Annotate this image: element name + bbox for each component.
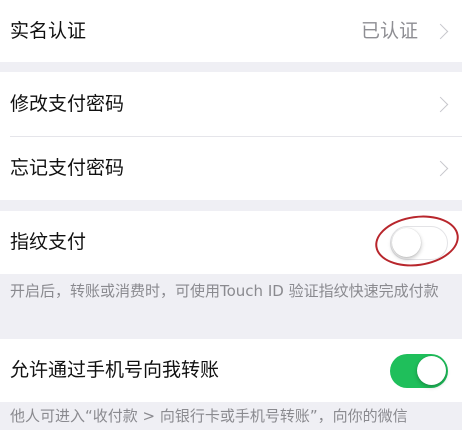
change-payment-password-label: 修改支付密码 (10, 92, 125, 115)
row-forgot-payment-password[interactable]: 忘记支付密码 (0, 136, 462, 200)
allow-phone-transfer-toggle[interactable] (390, 353, 448, 388)
real-name-verification-label: 实名认证 (10, 19, 87, 42)
row-fingerprint-payment: 指纹支付 (0, 211, 462, 274)
phone-transfer-hint: 他人可进入“收付款 > 向银行卡或手机号转账”，向你的微信 (10, 407, 408, 425)
row-change-payment-password[interactable]: 修改支付密码 (0, 72, 462, 136)
row-real-name-verification[interactable]: 实名认证 已认证 (0, 0, 462, 62)
toggle-knob (417, 355, 446, 385)
chevron-right-icon (432, 23, 449, 39)
row-allow-phone-transfer: 允许通过手机号向我转账 (0, 339, 462, 402)
allow-phone-transfer-label: 允许通过手机号向我转账 (10, 359, 220, 381)
fingerprint-payment-toggle[interactable] (390, 225, 448, 260)
row-divider (10, 136, 462, 137)
chevron-right-icon (432, 96, 449, 112)
fingerprint-payment-label: 指纹支付 (10, 231, 87, 253)
chevron-right-icon (432, 160, 449, 176)
fingerprint-payment-hint: 开启后，转账或消费时，可使用Touch ID 验证指纹快速完成付款 (10, 282, 439, 300)
forgot-payment-password-label: 忘记支付密码 (10, 156, 125, 179)
toggle-knob (392, 227, 421, 257)
verification-status: 已认证 (360, 19, 418, 42)
